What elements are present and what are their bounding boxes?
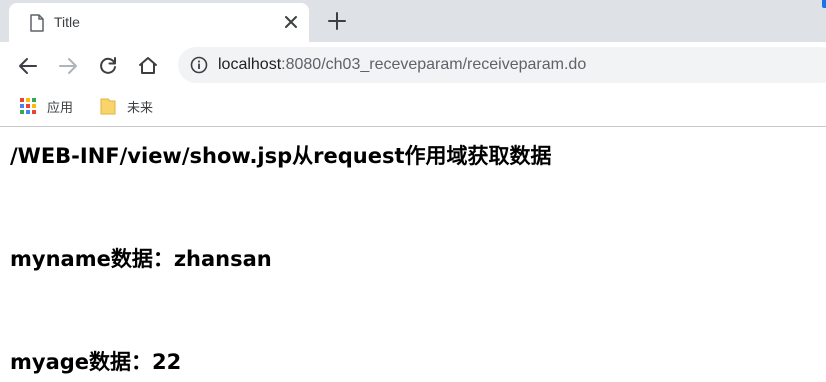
- bookmark-label-future: 未来: [127, 100, 154, 115]
- bookmark-label-apps: 应用: [47, 100, 74, 115]
- home-icon[interactable]: [136, 54, 160, 78]
- tab-title: Title: [54, 14, 80, 30]
- folder-icon: [100, 97, 116, 115]
- new-tab-plus-icon[interactable]: [326, 10, 348, 32]
- apps-grid-icon: [20, 98, 36, 114]
- page-heading: /WEB-INF/view/show.jsp从request作用域获取数据: [10, 144, 552, 168]
- address-bar[interactable]: localhost:8080/ch03_receveparam/receivep…: [178, 47, 826, 83]
- url-text[interactable]: localhost:8080/ch03_receveparam/receivep…: [218, 55, 586, 75]
- forward-arrow-icon[interactable]: [56, 54, 80, 78]
- myname-line: myname数据：zhansan: [10, 247, 272, 271]
- info-icon[interactable]: [190, 56, 208, 74]
- reload-icon[interactable]: [96, 54, 120, 78]
- page-content: /WEB-INF/view/show.jsp从request作用域获取数据 my…: [10, 127, 820, 382]
- back-arrow-icon[interactable]: [16, 54, 40, 78]
- url-path: :8080/ch03_receveparam/receiveparam.do: [281, 56, 587, 73]
- bookmark-apps[interactable]: 应用: [18, 95, 88, 117]
- profile-accent-indicator: [822, 0, 826, 8]
- close-icon[interactable]: [281, 12, 301, 32]
- bookmark-folder-future[interactable]: 未来: [98, 95, 168, 117]
- url-host: localhost: [218, 56, 282, 73]
- toolbar: localhost:8080/ch03_receveparam/receivep…: [0, 42, 826, 90]
- tab-strip: Title: [0, 0, 826, 42]
- document-icon: [29, 14, 45, 32]
- bookmarks-bar: 应用 未来: [0, 90, 826, 126]
- myage-line: myage数据：22: [10, 350, 182, 374]
- tab-title-page[interactable]: Title: [9, 3, 309, 42]
- browser-chrome: Title localhost:8080/ch03_receveparam/re…: [0, 0, 826, 127]
